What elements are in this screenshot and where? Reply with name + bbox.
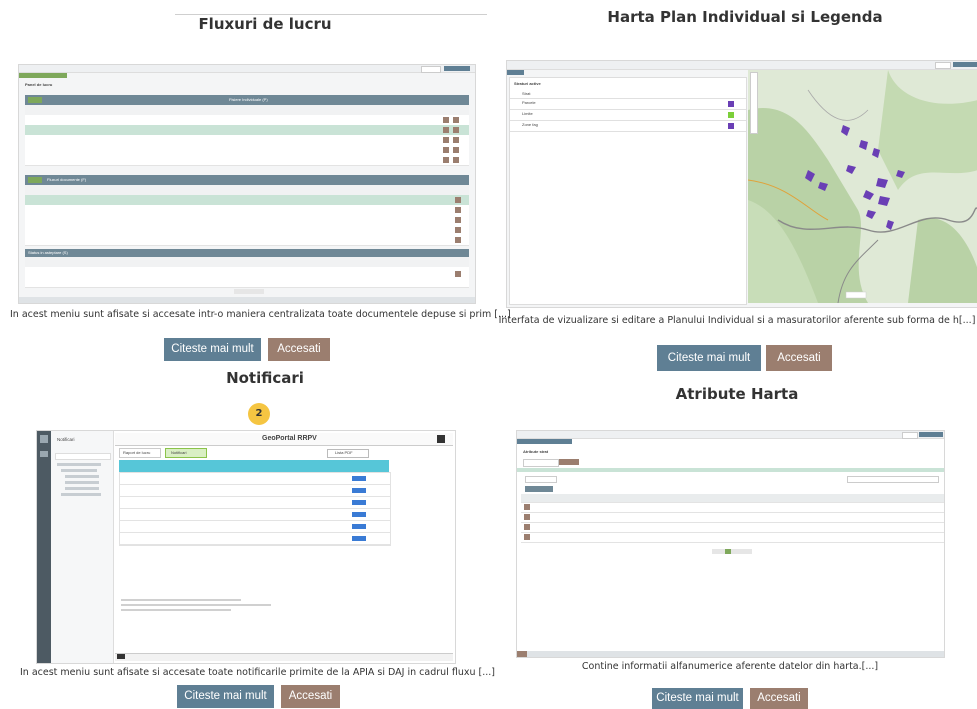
card-title-notificari: Notificari: [226, 369, 304, 387]
legend-panel: Straturi active Strat Parcele Limite Zon…: [509, 77, 747, 305]
map-view[interactable]: [748, 70, 977, 303]
access-button-notificari[interactable]: Accesati: [281, 685, 340, 708]
access-button-fluxuri[interactable]: Accesati: [268, 338, 330, 361]
atribute-preview[interactable]: Atribute strat: [516, 430, 945, 658]
preview-sidebar: [37, 431, 51, 663]
map-canvas[interactable]: [748, 70, 977, 303]
card-description-fluxuri: In acest meniu sunt afisate si accesate …: [10, 309, 511, 320]
notif-table-header: [119, 460, 389, 472]
attribute-table: [521, 494, 944, 546]
preview-heading: Panel de lucru: [25, 82, 53, 87]
read-more-button-atribute[interactable]: Citeste mai mult: [652, 688, 743, 709]
read-more-button-harta[interactable]: Citeste mai mult: [657, 345, 761, 371]
access-button-harta[interactable]: Accesati: [766, 345, 832, 371]
read-more-button-notificari[interactable]: Citeste mai mult: [177, 685, 274, 708]
notification-count-badge: 2: [248, 403, 270, 425]
card-title-atribute: Atribute Harta: [675, 385, 799, 403]
table2-toolbar: [25, 175, 469, 185]
card-title-harta: Harta Plan Individual si Legenda: [607, 8, 883, 26]
top-nav-bar: [19, 65, 475, 73]
table3-toolbar: [25, 249, 469, 257]
card-description-notificari: In acest meniu sunt afisate si accesate …: [20, 667, 495, 678]
read-more-button-fluxuri[interactable]: Citeste mai mult: [164, 338, 261, 361]
card-description-atribute: Contine informatii alfanumerice aferente…: [581, 661, 879, 672]
card-title-fluxuri: Fluxuri de lucru: [198, 15, 332, 33]
harta-preview[interactable]: Straturi active Strat Parcele Limite Zon…: [506, 60, 977, 308]
notificari-preview[interactable]: Notificari GeoPortal RRPV Raport de lucr…: [36, 430, 456, 664]
fluxuri-preview[interactable]: Panel de lucru Fisiere Individuale (P) F…: [18, 64, 476, 304]
access-button-atribute[interactable]: Accesati: [750, 688, 808, 709]
card-description-harta: Interfata de vizualizare si editare a Pl…: [498, 315, 976, 326]
